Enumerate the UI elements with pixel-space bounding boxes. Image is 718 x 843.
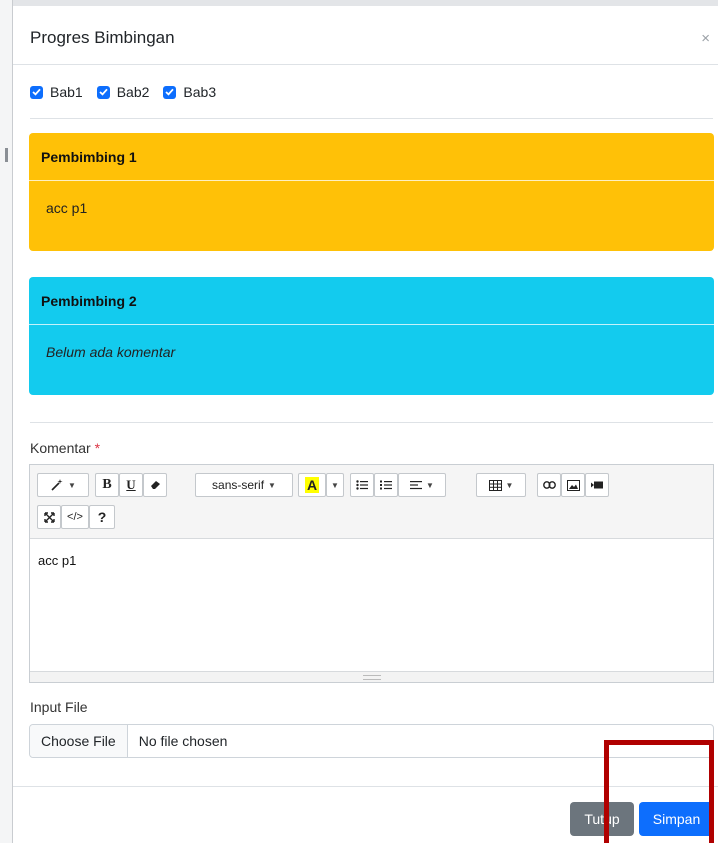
modal-header: Progres Bimbingan × [13,6,718,65]
picture-icon [566,479,580,491]
supervisor-2-card: Pembimbing 2 Belum ada komentar [29,277,714,395]
rich-text-editor: ▼ B U sans-serif ▼ A ▼ ▼ ▼ </> ? acc p1 [29,464,714,683]
help-button[interactable]: ? [89,505,115,529]
chevron-down-icon: ▼ [268,480,276,490]
table-icon [488,479,502,491]
editor-toolbar: ▼ B U sans-serif ▼ A ▼ ▼ ▼ </> ? [30,465,713,539]
checkbox-bab2[interactable]: Bab2 [96,84,150,100]
supervisor-1-card: Pembimbing 1 acc p1 [29,133,714,251]
link-icon [542,481,556,489]
align-left-icon [410,481,423,490]
font-family-value: sans-serif [212,478,265,492]
checkbox-checked-icon[interactable] [163,85,177,99]
color-dropdown-button[interactable]: ▼ [326,473,344,497]
underline-button[interactable]: U [119,473,143,497]
checkbox-label: Bab3 [183,84,217,100]
modal-title: Progres Bimbingan [30,28,175,47]
checkbox-checked-icon[interactable] [96,85,110,99]
table-dropdown-button[interactable]: ▼ [476,473,526,497]
resize-grip-icon [363,675,381,680]
checkbox-label: Bab2 [116,84,150,100]
chevron-down-icon: ▼ [505,480,514,490]
modal-footer-divider [13,786,718,787]
bullet-list-icon [356,480,368,490]
card-comment: acc p1 [46,200,88,216]
close-button[interactable]: Tutup [570,802,634,836]
chevron-down-icon: ▼ [68,480,76,490]
chevron-down-icon: ▼ [426,480,434,490]
fullscreen-icon [43,511,55,523]
checkbox-bab3[interactable]: Bab3 [163,84,216,100]
comment-label-text: Komentar [30,440,91,456]
style-dropdown-button[interactable]: ▼ [37,473,89,497]
editor-content[interactable]: acc p1 [38,553,76,568]
insert-video-button[interactable] [585,473,609,497]
chevron-down-icon: ▼ [331,480,339,490]
progress-modal: Progres Bimbingan × Bab1 Bab2 Bab3 Pembi… [13,6,718,843]
card-title: Pembimbing 2 [29,277,714,325]
required-mark: * [94,440,101,456]
checkbox-checked-icon[interactable] [30,85,43,99]
divider [30,118,713,119]
card-comment: Belum ada komentar [46,344,176,360]
code-view-button[interactable]: </> [61,505,89,529]
divider [30,422,713,423]
checkbox-bab1[interactable]: Bab1 [30,84,83,100]
card-title: Pembimbing 1 [29,133,714,181]
unordered-list-button[interactable] [350,473,374,497]
clear-format-button[interactable] [143,473,167,497]
insert-link-button[interactable] [537,473,561,497]
ordered-list-button[interactable] [374,473,398,497]
text-color-button[interactable]: A [298,473,326,497]
save-button[interactable]: Simpan [639,802,714,836]
input-file-label: Input File [30,699,88,715]
paragraph-align-dropdown[interactable]: ▼ [398,473,446,497]
fullscreen-button[interactable] [37,505,61,529]
choose-file-button[interactable]: Choose File [30,725,128,757]
magic-wand-icon [51,479,63,491]
bold-button[interactable]: B [95,473,119,497]
file-input[interactable]: Choose File No file chosen [29,724,714,758]
chapter-checkbox-group: Bab1 Bab2 Bab3 [30,83,230,101]
numbered-list-icon [380,480,392,490]
eraser-icon [150,481,160,489]
font-family-dropdown[interactable]: sans-serif ▼ [195,473,293,497]
video-icon [591,481,603,489]
close-icon[interactable]: × [701,30,710,47]
comment-label: Komentar * [30,440,100,456]
text-color-icon: A [304,477,320,493]
backdrop-mark [5,148,8,162]
file-status-text: No file chosen [138,733,228,749]
checkbox-label: Bab1 [50,84,83,100]
insert-picture-button[interactable] [561,473,585,497]
editor-resize-bar[interactable] [30,671,713,682]
page-backdrop-left [0,0,13,843]
